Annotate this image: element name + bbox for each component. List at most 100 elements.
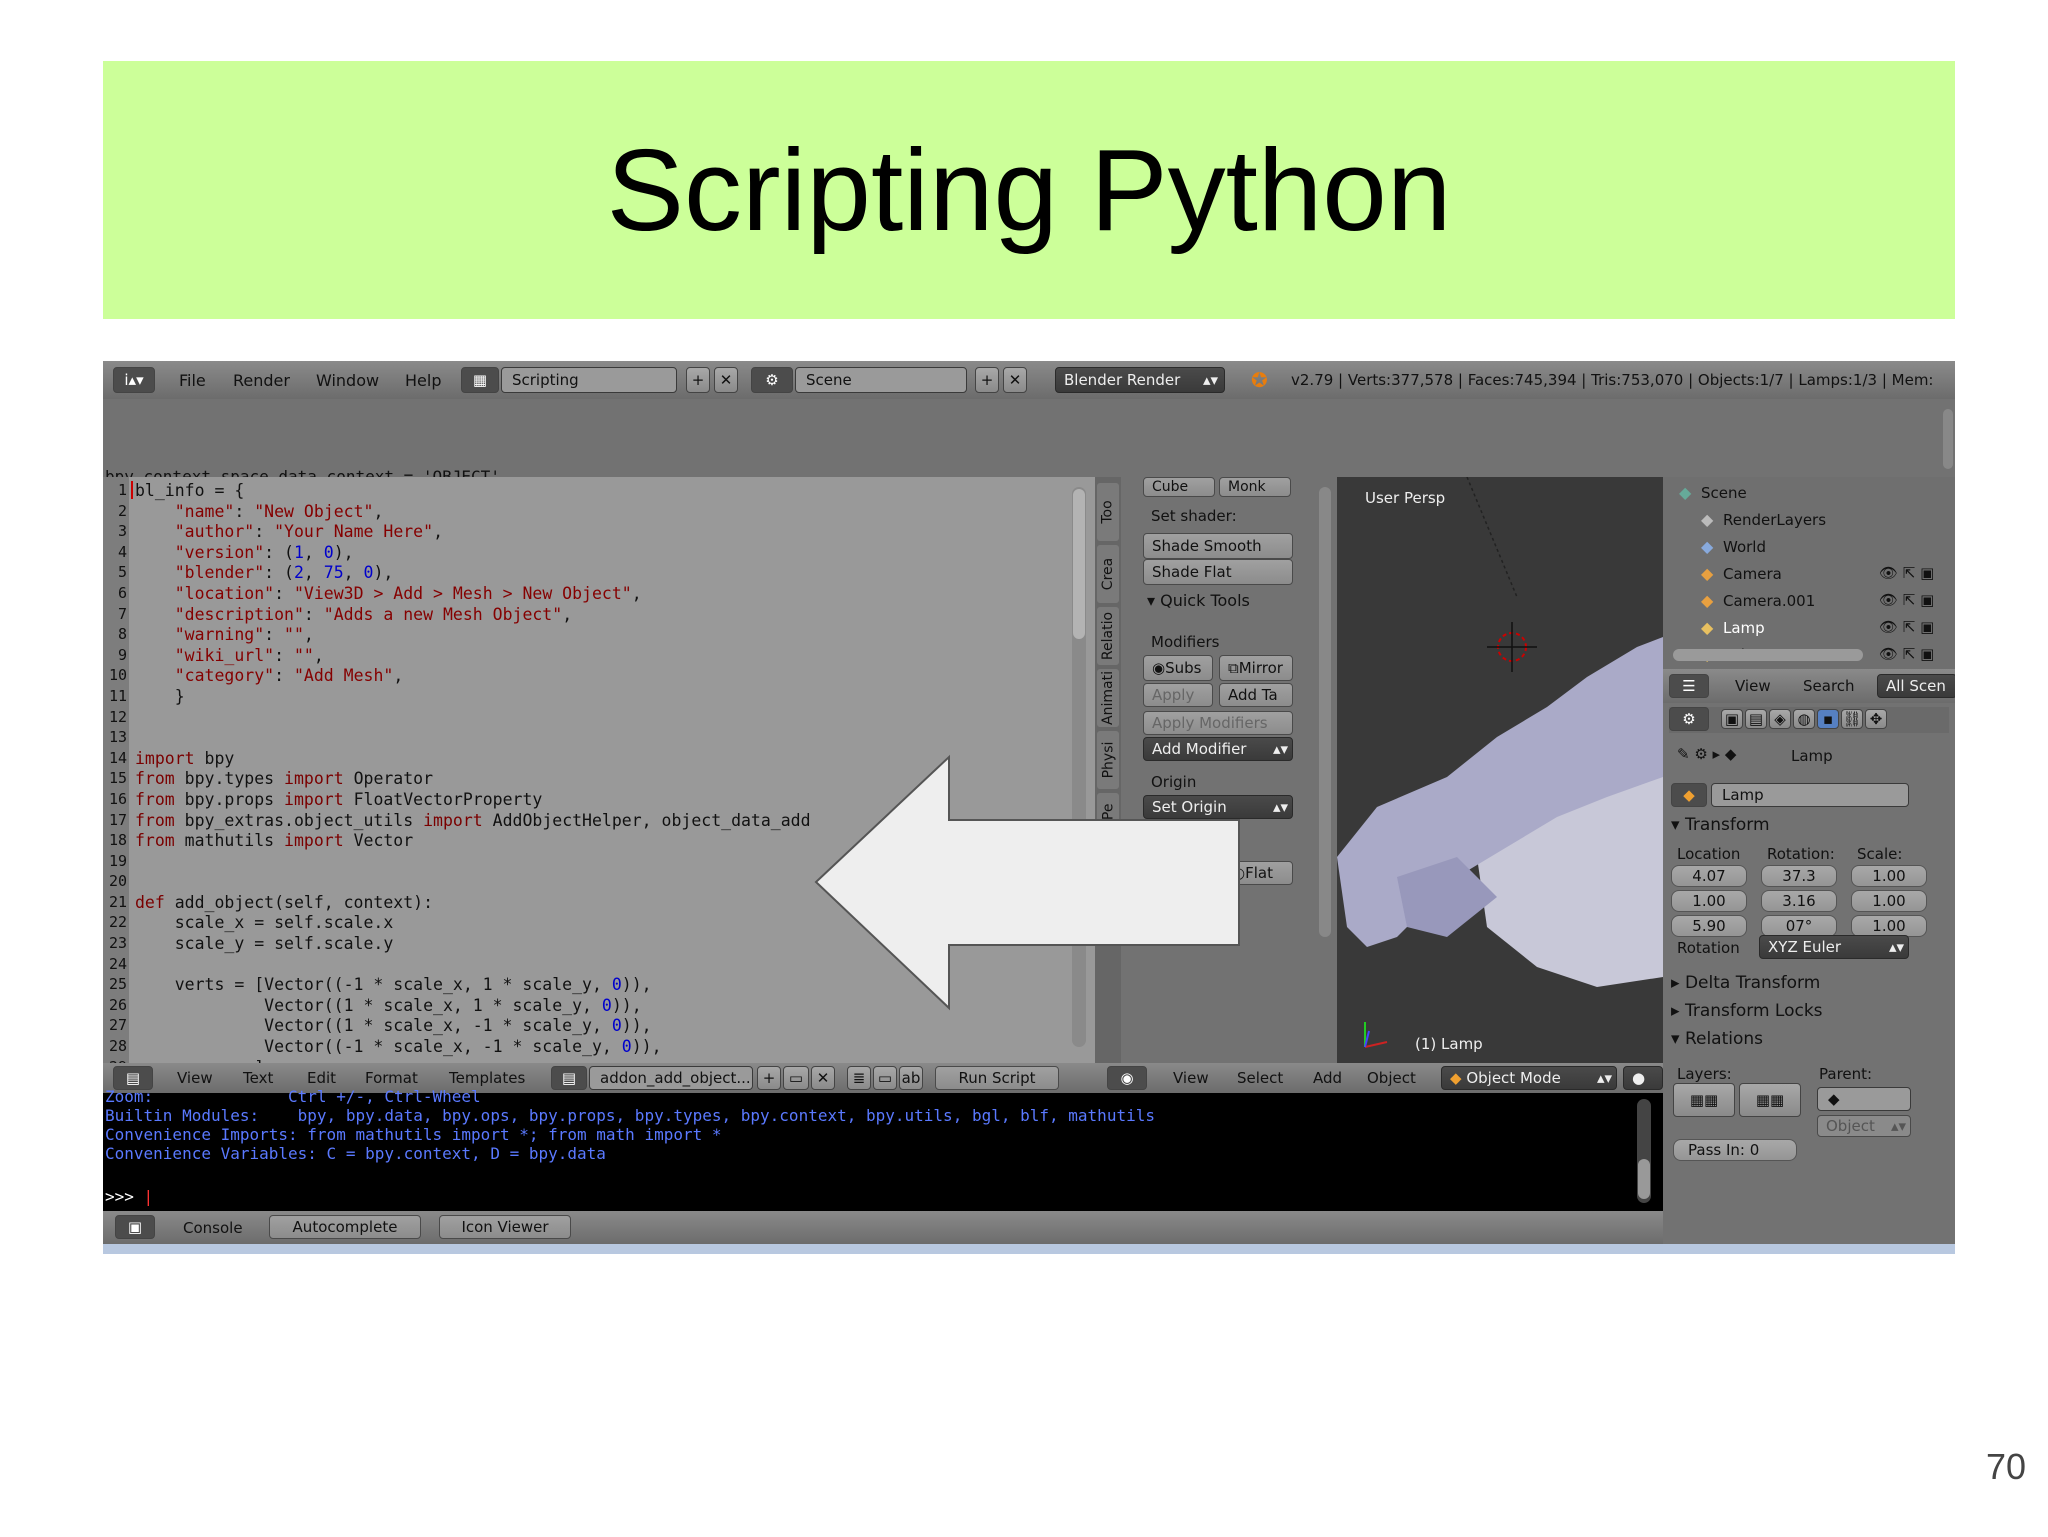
console-prompt[interactable]: >>> |	[105, 1187, 153, 1206]
transform-value-field[interactable]: 1.00	[1851, 915, 1927, 937]
screen-layout-field[interactable]: Scripting	[501, 367, 677, 393]
code-line[interactable]: }	[135, 687, 811, 708]
code-line[interactable]: verts = [Vector((-1 * scale_x, 1 * scale…	[135, 975, 811, 996]
add-layout-icon[interactable]: +	[686, 367, 710, 393]
viewport-select-menu[interactable]: Select	[1237, 1069, 1283, 1087]
code-line[interactable]: "category": "Add Mesh",	[135, 666, 811, 687]
apply-button[interactable]: Apply	[1143, 683, 1213, 707]
outliner-item[interactable]: ◆ World	[1663, 535, 1955, 559]
viewport-object-menu[interactable]: Object	[1367, 1069, 1416, 1087]
transform-value-field[interactable]: 4.07	[1671, 865, 1747, 887]
code-line[interactable]: Vector((-1 * scale_x, -1 * scale_y, 0)),	[135, 1037, 811, 1058]
properties-editor-icon[interactable]: ⚙	[1669, 707, 1709, 731]
render-tab-icon[interactable]: ▣	[1721, 709, 1743, 729]
parent-type-select[interactable]: Object ▴▾	[1817, 1115, 1911, 1137]
transform-value-field[interactable]: 1.00	[1851, 890, 1927, 912]
layer-grid-1[interactable]: ▦▦	[1673, 1083, 1735, 1117]
code-line[interactable]	[135, 852, 811, 873]
tool-tab[interactable]: Animati	[1097, 669, 1119, 727]
subsurf-button[interactable]: ◉ Subs	[1143, 655, 1213, 681]
editor-scroll-thumb[interactable]	[1073, 489, 1085, 639]
viewport-view-menu[interactable]: View	[1173, 1069, 1209, 1087]
add-ta-button[interactable]: Add Ta	[1219, 683, 1293, 707]
text-menu-item[interactable]: Text	[243, 1069, 273, 1087]
transform-value-field[interactable]: 07°	[1761, 915, 1837, 937]
modifiers-tab-icon[interactable]: ✥	[1865, 709, 1887, 729]
code-line[interactable]	[135, 708, 811, 729]
layer-grid-2[interactable]: ▦▦	[1739, 1083, 1801, 1117]
code-line[interactable]: "author": "Your Name Here",	[135, 522, 811, 543]
text-menu-item[interactable]: View	[177, 1069, 213, 1087]
outliner-scrollbar[interactable]	[1673, 649, 1863, 661]
shade-flat-button[interactable]: Shade Flat	[1143, 559, 1293, 585]
object-name-field[interactable]: Lamp	[1711, 783, 1909, 807]
parent-field[interactable]: ◆	[1817, 1087, 1911, 1111]
transform-locks-header[interactable]: ▸ Transform Locks	[1671, 1001, 1823, 1021]
code-line[interactable]	[135, 955, 811, 976]
code-line[interactable]: "wiki_url": "",	[135, 646, 811, 667]
code-line[interactable]: from bpy.types import Operator	[135, 769, 811, 790]
text-menu-item[interactable]: Edit	[307, 1069, 336, 1087]
world-tab-icon[interactable]: ◍	[1793, 709, 1815, 729]
tool-tab[interactable]: Too	[1097, 483, 1119, 541]
3d-viewport[interactable]: User Persp (1) Lamp	[1337, 477, 1663, 1063]
console-editor-icon[interactable]: ▣	[115, 1215, 155, 1239]
transform-value-field[interactable]: 3.16	[1761, 890, 1837, 912]
code-line[interactable]: bl_info = {	[135, 481, 811, 502]
outliner-editor-icon[interactable]: ☰	[1669, 674, 1709, 698]
render-engine-select[interactable]: Blender Render ▴▾	[1055, 367, 1225, 393]
console-scroll-thumb[interactable]	[1638, 1159, 1650, 1199]
transform-panel-header[interactable]: ▾ Transform	[1671, 815, 1770, 835]
python-console[interactable]: Zoom: Ctrl +/-, Ctrl-Wheel Builtin Module…	[103, 1087, 1663, 1211]
tool-tab[interactable]: Relatio	[1097, 607, 1119, 665]
code-line[interactable]: Vector((1 * scale_x, 1 * scale_y, 0)),	[135, 996, 811, 1017]
add-cube-button[interactable]: Cube	[1143, 477, 1215, 497]
scene-field[interactable]: Scene	[795, 367, 967, 393]
code-line[interactable]: import bpy	[135, 749, 811, 770]
icon-viewer-button[interactable]: Icon Viewer	[439, 1215, 571, 1239]
outliner-view-menu[interactable]: View	[1735, 677, 1771, 695]
console-scrollbar[interactable]	[1637, 1099, 1651, 1203]
menu-help[interactable]: Help	[405, 371, 441, 390]
code-line[interactable]: "blender": (2, 75, 0),	[135, 563, 811, 584]
rotation-mode-select[interactable]: XYZ Euler ▴▾	[1759, 935, 1909, 959]
outliner-item[interactable]: ◆ Camera.001 👁 ⇱ ▣	[1663, 589, 1955, 613]
delta-transform-header[interactable]: ▸ Delta Transform	[1671, 973, 1820, 993]
transform-value-field[interactable]: 5.90	[1671, 915, 1747, 937]
transform-value-field[interactable]: 37.3	[1761, 865, 1837, 887]
visibility-icon[interactable]: 👁 ⇱ ▣	[1879, 591, 1934, 609]
code-line[interactable]: def add_object(self, context):	[135, 893, 811, 914]
info-scrollbar[interactable]	[1943, 409, 1953, 469]
text-menu-item[interactable]: Templates	[449, 1069, 525, 1087]
code-line[interactable]: "name": "New Object",	[135, 502, 811, 523]
remove-scene-icon[interactable]: ✕	[1003, 367, 1027, 393]
viewport-add-menu[interactable]: Add	[1313, 1069, 1342, 1087]
tool-tab[interactable]: Crea	[1097, 545, 1119, 603]
mirror-button[interactable]: ⧉ Mirror	[1219, 655, 1293, 681]
object-mode-select[interactable]: ◆ Object Mode ▴▾	[1441, 1066, 1617, 1090]
shade-smooth-button[interactable]: Shade Smooth	[1143, 533, 1293, 559]
quick-tools-header[interactable]: ▾ Quick Tools	[1147, 591, 1250, 610]
code-line[interactable]: scale_y = self.scale.y	[135, 934, 811, 955]
visibility-icon[interactable]: 👁 ⇱ ▣	[1879, 618, 1934, 636]
apply-modifiers-button[interactable]: Apply Modifiers	[1143, 711, 1293, 735]
remove-layout-icon[interactable]: ✕	[714, 367, 738, 393]
menu-file[interactable]: File	[179, 371, 206, 390]
code-line[interactable]: from mathutils import Vector	[135, 831, 811, 852]
code-line[interactable]	[135, 728, 811, 749]
visibility-icon[interactable]: 👁 ⇱ ▣	[1879, 645, 1934, 663]
outliner-item[interactable]: ◆ RenderLayers	[1663, 508, 1955, 532]
pass-index-field[interactable]: Pass In: 0	[1673, 1139, 1797, 1161]
viewport-shading-select[interactable]: ●	[1623, 1066, 1663, 1090]
info-editor-type-icon[interactable]: i ▴▾	[113, 367, 155, 393]
pin-icon[interactable]: ✎ ⚙ ▸ ◆	[1677, 745, 1736, 763]
transform-value-field[interactable]: 1.00	[1851, 865, 1927, 887]
menu-window[interactable]: Window	[316, 371, 379, 390]
add-scene-icon[interactable]: +	[975, 367, 999, 393]
code-line[interactable]: scale_x = self.scale.x	[135, 913, 811, 934]
code-line[interactable]: "warning": "",	[135, 625, 811, 646]
relations-header[interactable]: ▾ Relations	[1671, 1029, 1763, 1049]
scene-tab-icon[interactable]: ◈	[1769, 709, 1791, 729]
outliner-item[interactable]: ◆ Scene	[1663, 481, 1955, 505]
tool-shelf-scrollbar[interactable]	[1319, 487, 1331, 937]
